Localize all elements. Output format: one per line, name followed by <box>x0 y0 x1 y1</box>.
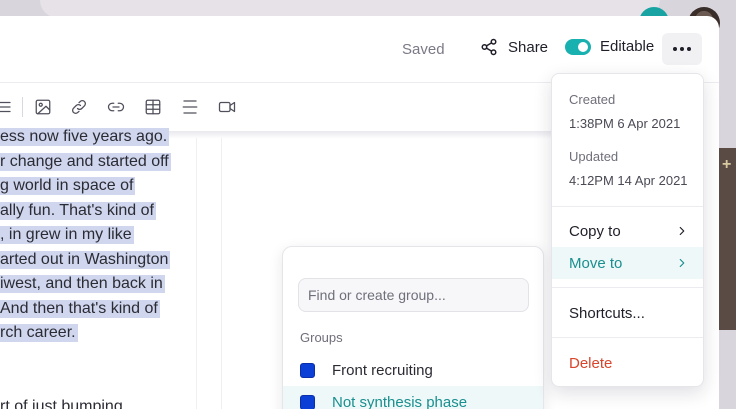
more-dot-icon <box>680 47 684 51</box>
document-line: r change and started off <box>0 152 171 171</box>
document-line: rch career. <box>0 324 78 342</box>
group-picker-popover: Groups Front recruiting Not synthesis ph… <box>282 246 544 409</box>
editable-toggle[interactable] <box>565 38 591 55</box>
table-icon[interactable] <box>143 97 163 117</box>
move-to-menu-item[interactable]: Move to <box>552 247 703 279</box>
share-label: Share <box>508 38 549 56</box>
background-side-panel: + <box>719 148 736 330</box>
chevron-right-icon <box>675 224 689 238</box>
group-item-not-synthesis-phase[interactable]: Not synthesis phase <box>283 386 543 409</box>
menu-divider <box>552 287 703 288</box>
created-label: Created <box>569 92 616 107</box>
group-item-front-recruiting[interactable]: Front recruiting <box>283 354 543 386</box>
group-color-swatch <box>300 362 315 378</box>
copy-to-menu-item[interactable]: Copy to <box>552 215 703 247</box>
document-line: And then that's kind of <box>0 299 160 318</box>
document-line: ally fun. That's kind of <box>0 201 156 220</box>
group-search-input[interactable] <box>298 278 529 312</box>
document-line: arted out in Washington <box>0 250 171 269</box>
document-line: , in grew in my like <box>0 226 134 244</box>
document-line: ess now five years ago. <box>0 128 170 146</box>
save-status: Saved <box>402 41 445 58</box>
video-icon[interactable] <box>217 97 237 117</box>
link-icon[interactable] <box>69 97 89 117</box>
editable-label: Editable <box>600 38 655 55</box>
more-dot-icon <box>687 47 691 51</box>
updated-timestamp: 4:12PM 14 Apr 2021 <box>569 173 688 188</box>
move-to-label: Move to <box>569 254 623 272</box>
copy-to-label: Copy to <box>569 222 621 240</box>
share-button[interactable]: Share <box>480 38 548 56</box>
group-label: Front recruiting <box>332 361 433 379</box>
formatting-toolbar <box>0 83 560 131</box>
link-alt-icon[interactable] <box>106 97 126 117</box>
delete-menu-item[interactable]: Delete <box>552 347 703 379</box>
created-timestamp: 1:38PM 6 Apr 2021 <box>569 116 681 131</box>
groups-heading: Groups <box>300 330 343 345</box>
list-icon[interactable] <box>0 97 14 117</box>
document-column-divider <box>196 138 197 409</box>
document-column-divider <box>221 138 222 409</box>
more-options-menu: Created 1:38PM 6 Apr 2021 Updated 4:12PM… <box>551 73 704 387</box>
chevron-right-icon <box>675 256 689 270</box>
plus-icon: + <box>722 156 732 173</box>
menu-divider <box>552 337 703 338</box>
document-line: iwest, and then back in <box>0 275 165 293</box>
updated-label: Updated <box>569 149 619 164</box>
editable-toggle-group: Editable <box>565 38 654 55</box>
share-icon <box>481 38 497 56</box>
document-line: g world in space of <box>0 177 136 195</box>
shortcuts-menu-item[interactable]: Shortcuts... <box>552 297 703 329</box>
group-color-swatch <box>300 394 315 409</box>
document-line: rt of just bumping <box>0 397 123 409</box>
group-label: Not synthesis phase <box>332 393 468 409</box>
image-icon[interactable] <box>33 97 53 117</box>
more-dot-icon <box>673 47 677 51</box>
document-body[interactable]: ess now five years ago. r change and sta… <box>0 125 196 409</box>
toolbar-separator <box>22 97 23 117</box>
more-options-button[interactable] <box>662 33 702 65</box>
divider-icon[interactable] <box>180 97 200 117</box>
menu-divider <box>552 206 703 207</box>
